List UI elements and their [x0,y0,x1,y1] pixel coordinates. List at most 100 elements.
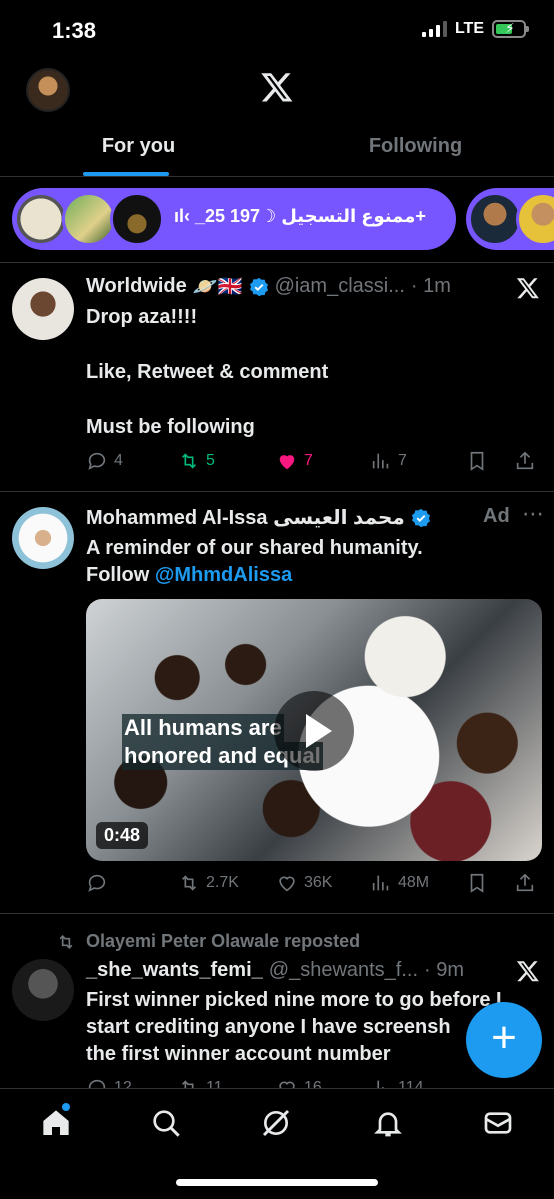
bookmark-button[interactable] [466,872,514,894]
space-speaker-avatar [516,192,554,246]
share-button[interactable] [514,450,536,472]
video-player[interactable]: All humans are honored and equal 0:48 [86,599,542,861]
tweet-ad[interactable]: Mohammed Al-Issa محمد العيسى Ad ⋯ A remi… [0,491,554,913]
tweet-author-avatar[interactable] [12,959,74,1021]
tab-for-you[interactable]: For you [0,125,277,176]
video-duration: 0:48 [96,822,149,849]
search-icon[interactable] [150,1107,182,1139]
bookmark-icon [470,451,484,471]
space-host-avatar [14,192,68,246]
tweet-author-name[interactable]: Worldwide [86,275,187,298]
play-button[interactable] [274,691,354,771]
x-logo-icon [261,73,293,102]
share-icon [516,873,534,892]
reply-icon [88,452,106,470]
views-icon [372,875,389,891]
home-indicator [176,1179,378,1186]
active-tab-indicator [83,172,169,176]
repost-icon [59,934,73,949]
share-button[interactable] [514,872,536,894]
tab-following-label: Following [368,135,463,157]
tweet-author-handle: @_shewants_f... [268,959,419,981]
bookmark-button[interactable] [466,450,514,472]
like-count: 36K [304,874,333,891]
tweet-author-avatar[interactable] [12,507,74,569]
home-icon[interactable] [40,1107,72,1139]
notification-dot [62,1103,70,1111]
tab-for-you-label: For you [101,135,176,157]
reposted-by-label[interactable]: Olayemi Peter Olawale reposted [86,931,360,952]
notifications-icon[interactable] [372,1107,404,1139]
like-button[interactable]: 36K [276,872,370,894]
space-host-avatar [468,192,522,246]
reply-count: 4 [114,452,123,469]
compose-button[interactable]: + [466,1002,542,1078]
reply-button[interactable]: 4 [86,450,178,472]
verified-badge-icon [249,277,268,296]
grok-icon[interactable] [260,1107,292,1139]
reply-button[interactable] [86,872,178,894]
tweet-author-name[interactable]: Mohammed Al-Issa محمد العيسى [86,505,405,530]
network-label: LTE [454,20,484,37]
tweet-author-handle: @iam_classi... [274,275,405,297]
views-button[interactable]: 48M [370,872,466,894]
like-button[interactable]: 7 [276,450,370,472]
repost-count: 5 [206,452,215,469]
tweet-text: Like, Retweet & comment [86,361,329,383]
tweet-author-emoji: 🪐🇬🇧 [192,276,243,298]
tweet-author-name[interactable]: _she_wants_femi_ [86,959,263,982]
status-bar: 1:38 LTE ⚡ [0,0,554,62]
tweet-text: A reminder of our shared humanity. [86,537,423,559]
repost-button[interactable]: 5 [178,450,276,472]
battery-icon: ⚡ [492,20,529,38]
more-options-icon[interactable]: ⋯ [522,501,544,527]
tweet-text: start crediting anyone I have screensh [86,1016,451,1038]
messages-icon[interactable] [482,1107,514,1139]
tweet-actions: 4 5 7 7 [86,450,542,472]
timeline-tabs: For you Following [0,125,554,177]
x-logo-icon [516,961,539,982]
profile-avatar[interactable] [26,68,70,112]
live-space-pill[interactable] [466,188,554,250]
views-icon [372,453,389,469]
tweet-actions: 2.7K 36K 48M [86,872,542,894]
repost-button[interactable]: 2.7K [178,872,276,894]
space-speaker-avatar [110,192,164,246]
live-space-pill[interactable]: ıl‹ _25 ممنوع التسجيل ☽197+ [12,188,456,250]
video-caption-line: All humans are [122,714,284,742]
view-count: 7 [398,452,407,469]
x-logo-icon [516,278,539,299]
repost-icon [181,453,197,469]
verified-badge-icon [411,508,430,527]
repost-context: Olayemi Peter Olawale reposted [56,931,360,952]
tweet-text: Drop aza!!!! [86,306,198,328]
heart-filled-icon [279,455,295,470]
tweet-author-avatar[interactable] [12,278,74,340]
views-button[interactable]: 7 [370,450,466,472]
tab-following[interactable]: Following [277,125,554,176]
tweet[interactable]: Olayemi Peter Olawale reposted _she_want… [0,913,554,1097]
mention-link[interactable]: @MhmdAlissa [155,564,292,586]
tweet-header: Worldwide 🪐🇬🇧 @iam_classi... · 1m [86,274,451,299]
tweet-text-prefix: Follow [86,564,155,586]
tweet-header: Mohammed Al-Issa محمد العيسى [86,505,431,530]
tweet-header: _she_wants_femi_ @_shewants_f... · 9m [86,959,464,982]
tweet-text: First winner picked nine more to go befo… [86,989,502,1011]
bookmark-icon [470,873,484,893]
status-time: 1:38 [52,18,97,43]
tweet-text: Must be following [86,416,255,438]
share-icon [516,451,534,470]
space-speaker-avatar [62,192,116,246]
ad-label: Ad [483,505,510,527]
heart-icon [279,876,295,892]
repost-icon [181,875,197,891]
tweet-text: Follow @MhmdAlissa [86,562,292,589]
space-title: ıl‹ _25 ممنوع التسجيل ☽197+ [174,206,426,226]
tweet-time: · 9m [424,959,465,981]
like-count: 7 [304,452,313,469]
reply-icon [88,874,106,892]
view-count: 48M [398,874,430,891]
tweet-time: · 1m [410,275,451,297]
tweet-text: the first winner account number [86,1043,391,1065]
tweet[interactable]: Worldwide 🪐🇬🇧 @iam_classi... · 1m Drop a… [0,262,554,490]
